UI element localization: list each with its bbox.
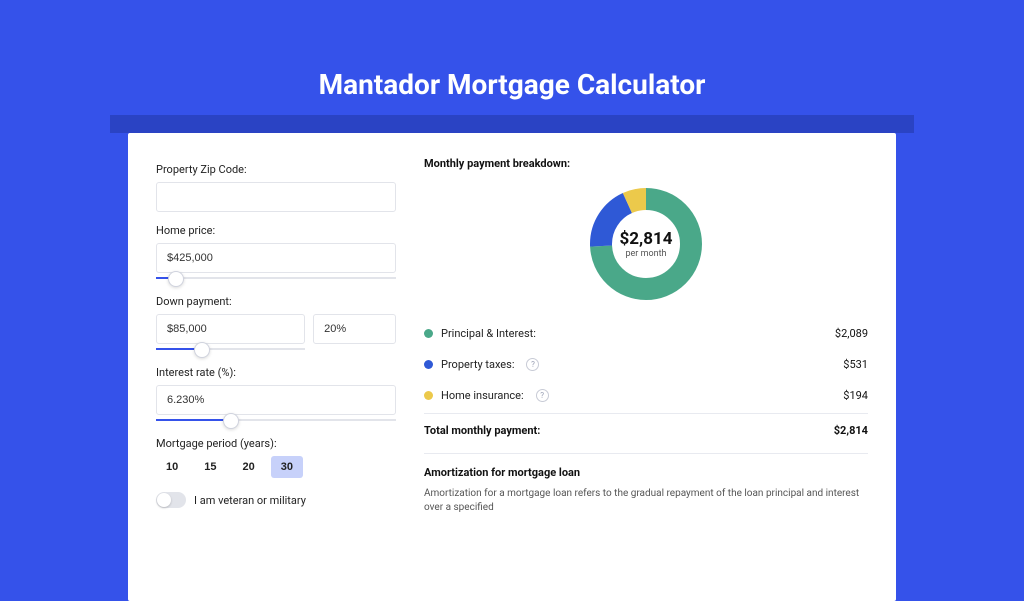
legend-value: $2,089 (835, 327, 868, 340)
amortization-text: Amortization for a mortgage loan refers … (424, 487, 868, 515)
amortization-title: Amortization for mortgage loan (424, 466, 868, 479)
down-payment-percent-input[interactable] (313, 314, 396, 344)
veteran-toggle[interactable] (156, 492, 186, 508)
donut-sublabel: per month (625, 249, 666, 259)
home-price-slider[interactable] (156, 271, 396, 285)
breakdown-title: Monthly payment breakdown: (424, 157, 868, 170)
dot-icon (424, 360, 433, 369)
period-option-20[interactable]: 20 (233, 456, 265, 478)
down-payment-slider[interactable] (156, 342, 305, 356)
card-shadow (110, 115, 914, 133)
page-title: Mantador Mortgage Calculator (0, 50, 1024, 115)
legend-value: $194 (843, 389, 868, 402)
donut-amount: $2,814 (620, 229, 673, 249)
period-option-10[interactable]: 10 (156, 456, 188, 478)
total-label: Total monthly payment: (424, 424, 540, 437)
period-option-30[interactable]: 30 (271, 456, 303, 478)
breakdown-donut-chart: $2,814 per month (586, 184, 706, 304)
dot-icon (424, 391, 433, 400)
veteran-toggle-label: I am veteran or military (194, 494, 306, 507)
legend-label: Home insurance: (441, 389, 524, 402)
period-option-15[interactable]: 15 (194, 456, 226, 478)
legend-row-principal: Principal & Interest: $2,089 (424, 318, 868, 349)
zip-input[interactable] (156, 182, 396, 212)
zip-label: Property Zip Code: (156, 163, 396, 176)
mortgage-period-group: 10 15 20 30 (156, 456, 396, 478)
interest-rate-label: Interest rate (%): (156, 366, 396, 379)
interest-rate-slider[interactable] (156, 413, 396, 427)
home-price-input[interactable] (156, 243, 396, 273)
down-payment-label: Down payment: (156, 295, 396, 308)
calculator-card: Property Zip Code: Home price: Down paym… (128, 133, 896, 601)
legend-row-insurance: Home insurance: ? $194 (424, 380, 868, 411)
legend-label: Property taxes: (441, 358, 514, 371)
help-icon[interactable]: ? (526, 358, 539, 371)
legend-label: Principal & Interest: (441, 327, 536, 340)
dot-icon (424, 329, 433, 338)
total-value: $2,814 (834, 424, 868, 437)
legend-row-taxes: Property taxes: ? $531 (424, 349, 868, 380)
legend-value: $531 (843, 358, 868, 371)
input-panel: Property Zip Code: Home price: Down paym… (156, 157, 396, 577)
results-panel: Monthly payment breakdown: $2,814 per mo… (424, 157, 868, 577)
down-payment-amount-input[interactable] (156, 314, 305, 344)
divider (424, 453, 868, 454)
home-price-label: Home price: (156, 224, 396, 237)
interest-rate-input[interactable] (156, 385, 396, 415)
mortgage-period-label: Mortgage period (years): (156, 437, 396, 450)
help-icon[interactable]: ? (536, 389, 549, 402)
total-row: Total monthly payment: $2,814 (424, 413, 868, 437)
